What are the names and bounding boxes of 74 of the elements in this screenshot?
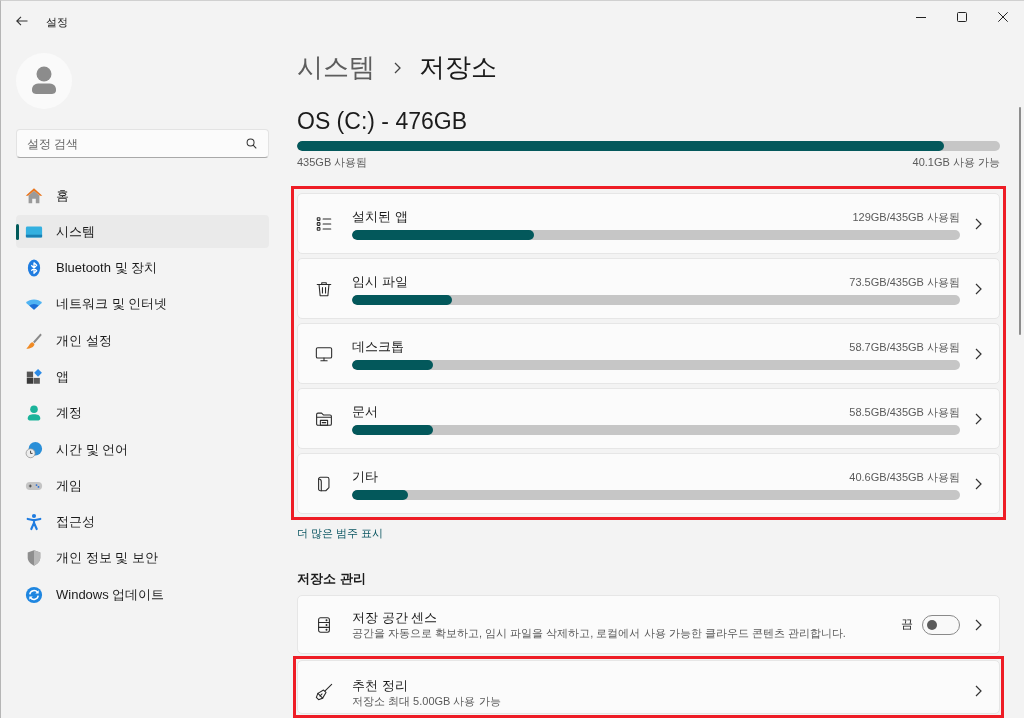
nav-item[interactable]: 게임 — [16, 469, 269, 503]
document-icon — [315, 474, 333, 493]
category-label: 문서 — [352, 402, 378, 421]
search-field[interactable]: 설정 검색 — [16, 129, 269, 158]
accessibility-icon — [25, 513, 43, 532]
category-label: 데스크톱 — [352, 337, 404, 356]
chevron-right-icon — [394, 62, 401, 74]
bluetooth-icon — [25, 259, 43, 278]
category-label: 임시 파일 — [352, 272, 408, 291]
toggle-switch[interactable] — [922, 614, 960, 635]
usage-text: 58.7GB/435GB 사용됨 — [849, 339, 960, 355]
category-card[interactable]: 임시 파일 73.5GB/435GB 사용됨 — [297, 258, 1000, 319]
paintbrush-icon — [25, 331, 43, 350]
used-space-text: 435GB 사용됨 — [297, 155, 368, 169]
chevron-right-icon — [975, 282, 982, 295]
setting-title: 추천 정리 — [352, 677, 408, 694]
category-card[interactable]: 기타 40.6GB/435GB 사용됨 — [297, 453, 1000, 514]
category-card[interactable]: 문서 58.5GB/435GB 사용됨 — [297, 388, 1000, 449]
nav-item[interactable]: 접근성 — [16, 505, 269, 539]
category-label: 기타 — [352, 467, 378, 486]
setting-title: 저장 공간 센스 — [352, 609, 438, 626]
search-icon — [246, 138, 257, 149]
monitor-icon — [315, 344, 333, 363]
apps-icon — [25, 368, 43, 386]
setting-description: 저장소 최대 5.00GB 사용 가능 — [352, 694, 501, 708]
nav-item[interactable]: 시간 및 언어 — [16, 433, 269, 467]
nav-item[interactable]: 앱 — [16, 360, 269, 394]
nav-item[interactable]: 홈 — [16, 179, 269, 212]
category-label: 설치된 앱 — [352, 207, 408, 226]
person-icon — [25, 404, 43, 423]
breadcrumb-link[interactable]: 시스템 — [297, 49, 375, 85]
list-icon — [315, 214, 333, 233]
shield-icon — [25, 549, 43, 568]
usage-text: 40.6GB/435GB 사용됨 — [849, 469, 960, 485]
close-icon — [997, 12, 1008, 22]
nav-item[interactable]: 개인 설정 — [16, 324, 269, 358]
chevron-right-icon — [975, 685, 982, 697]
server-icon — [315, 615, 333, 634]
back-arrow-icon — [16, 16, 28, 26]
broom-icon — [315, 683, 333, 701]
trash-icon — [315, 279, 333, 298]
category-card[interactable]: 데스크톱 58.7GB/435GB 사용됨 — [297, 323, 1000, 384]
minimize-icon — [915, 16, 926, 18]
setting-description: 공간을 자동으로 확보하고, 임시 파일을 삭제하고, 로컬에서 사용 가능한 클라우드 콘텐츠 관리합니다. — [352, 626, 846, 640]
nav-item[interactable]: Bluetooth 및 장치 — [16, 251, 269, 285]
section-heading: 저장소 관리 — [297, 570, 366, 588]
globe-clock-icon — [25, 440, 43, 459]
category-card[interactable]: 설치된 앱 129GB/435GB 사용됨 — [297, 193, 1000, 254]
chevron-right-icon — [975, 477, 982, 490]
chevron-right-icon — [975, 618, 982, 631]
avatar — [16, 53, 72, 109]
usage-text: 58.5GB/435GB 사용됨 — [849, 404, 960, 420]
page-title: 저장소 — [419, 51, 497, 84]
maximize-icon — [956, 12, 967, 22]
nav-item[interactable]: 네트워크 및 인터넷 — [16, 287, 269, 321]
window-title: 설정 — [46, 15, 68, 30]
usage-text: 129GB/435GB 사용됨 — [852, 209, 960, 225]
chevron-right-icon — [975, 412, 982, 425]
nav-item[interactable]: 시스템 — [16, 215, 269, 249]
scrollbar-thumb[interactable] — [1019, 107, 1021, 335]
home-icon — [25, 186, 43, 205]
usage-text: 73.5GB/435GB 사용됨 — [849, 274, 960, 290]
settings-card[interactable]: 저장 공간 센스 공간을 자동으로 확보하고, 임시 파일을 삭제하고, 로컬에서 사용 가능한 클라우드 콘텐츠 관리합니다. 끔 — [297, 595, 1000, 654]
nav-item[interactable]: 계정 — [16, 396, 269, 430]
chevron-right-icon — [975, 217, 982, 230]
nav-item[interactable]: Windows 업데이트 — [16, 578, 269, 612]
refresh-icon — [25, 585, 43, 604]
drive-title: OS (C:) - 476GB — [297, 107, 467, 136]
free-space-text: 40.1GB 사용 가능 — [912, 155, 1000, 169]
more-categories-link[interactable]: 더 많은 범주 표시 — [297, 526, 384, 540]
nav-item[interactable]: 개인 정보 및 보안 — [16, 541, 269, 575]
chevron-right-icon — [975, 347, 982, 360]
settings-card[interactable]: 추천 정리 저장소 최대 5.00GB 사용 가능 — [297, 660, 1000, 714]
toggle-state-label: 끔 — [901, 616, 913, 633]
